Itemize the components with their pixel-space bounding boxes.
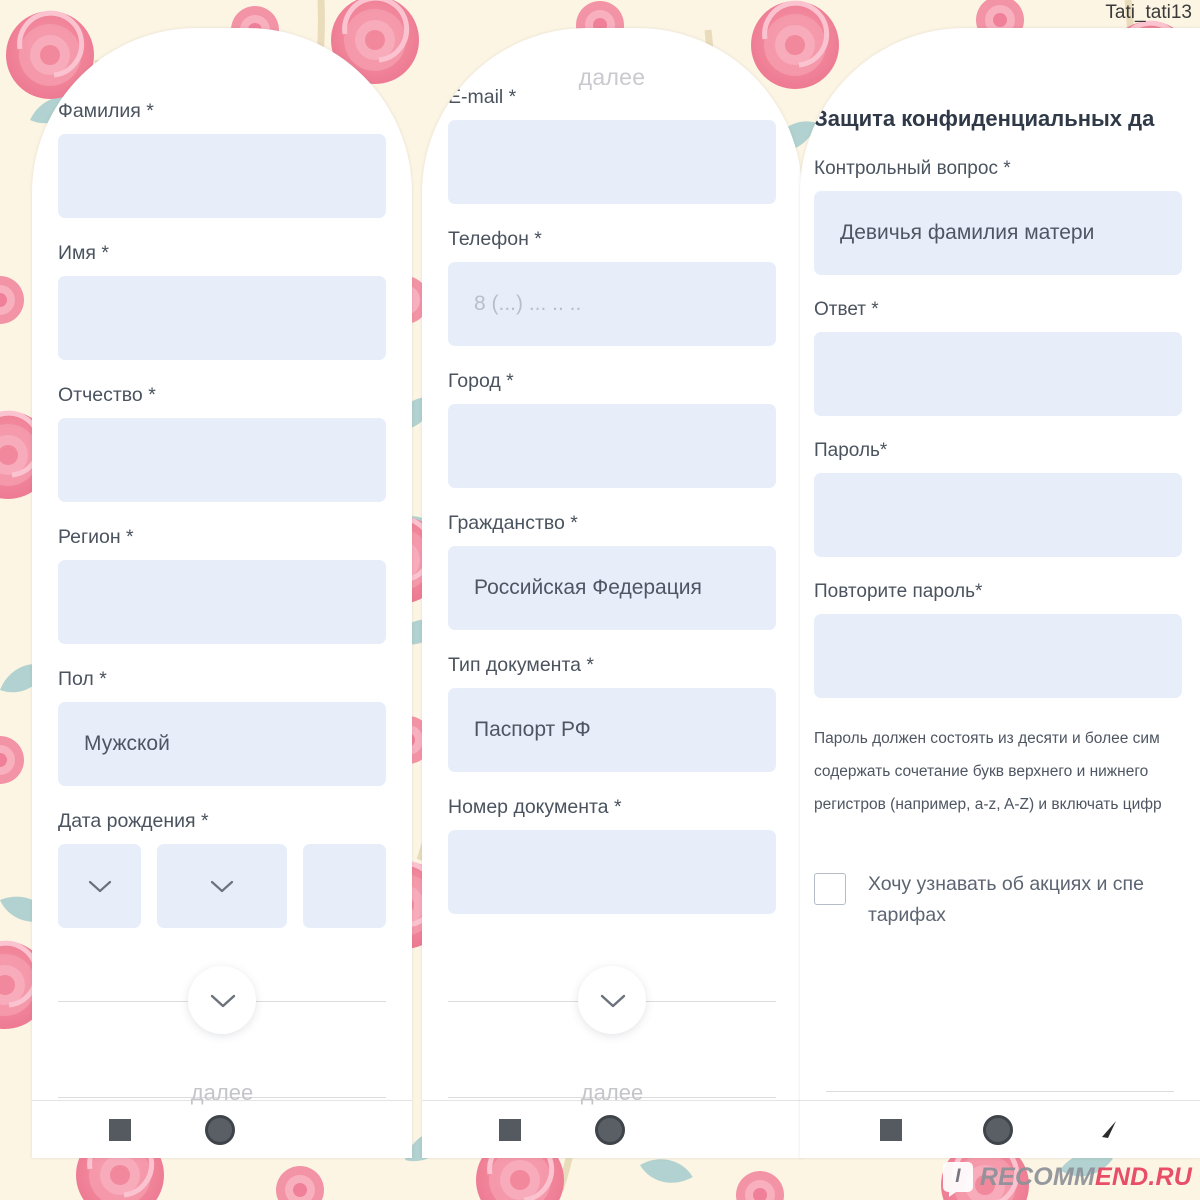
field-label-citizenship: Гражданство *	[448, 512, 578, 534]
field-label-document-type: Тип документа *	[448, 654, 595, 676]
birthdate-year-select[interactable]	[302, 844, 386, 928]
chevron-down-icon	[600, 994, 626, 1007]
scroll-down-button[interactable]	[578, 966, 646, 1034]
circle-icon[interactable]	[205, 1114, 235, 1145]
patronymic-input[interactable]	[58, 418, 386, 502]
citizenship-select-value: Российская Федерация	[474, 576, 702, 599]
site-name-part1: RECOMM	[979, 1162, 1095, 1191]
form-field-surname[interactable]: Фамилия *	[58, 100, 386, 218]
promo-checkbox[interactable]	[814, 873, 846, 905]
form-field-region[interactable]: Регион *	[58, 526, 386, 644]
password-hint-line-2: содержать сочетание букв верхнего и нижн…	[814, 763, 1149, 780]
scroll-down-button[interactable]	[188, 966, 256, 1034]
field-label-document-number: Номер документа *	[448, 796, 622, 818]
circle-icon[interactable]	[982, 1114, 1013, 1145]
site-name: RECOMMEND.RU	[980, 1163, 1192, 1192]
field-label-firstname: Имя *	[58, 242, 109, 264]
form-scroll-area-3[interactable]: Защита конфиденциальных да Контрольный в…	[800, 28, 1200, 1100]
screenshot-panel-security-data: Защита конфиденциальных да Контрольный в…	[800, 28, 1200, 1158]
region-input[interactable]	[58, 560, 386, 644]
document-type-select[interactable]: Паспорт РФ	[448, 688, 776, 772]
back-triangle-icon[interactable]	[699, 1117, 725, 1143]
form-field-security-answer[interactable]: Ответ *	[814, 299, 1182, 416]
irecommend-logo-watermark: I RECOMMEND.RU	[942, 1162, 1192, 1197]
field-label-phone: Телефон *	[448, 228, 542, 250]
password-repeat-input[interactable]	[814, 614, 1182, 698]
back-triangle-icon[interactable]	[309, 1117, 335, 1143]
back-triangle-icon[interactable]	[1094, 1117, 1120, 1143]
form-field-phone[interactable]: Телефон * 8 (...) ... .. ..	[448, 228, 776, 346]
square-icon[interactable]	[499, 1118, 521, 1141]
divider-line-bottom	[826, 1091, 1174, 1092]
field-label-surname: Фамилия *	[58, 100, 154, 122]
birthdate-row	[58, 844, 386, 928]
android-navbar-3	[800, 1100, 1200, 1158]
phone-input[interactable]: 8 (...) ... .. ..	[448, 262, 776, 346]
password-hint-line-3: регистров (например, a-z, A-Z) и включат…	[814, 796, 1162, 813]
chevron-down-icon	[88, 880, 112, 893]
form-field-document-number[interactable]: Номер документа *	[448, 796, 776, 914]
field-label-security-question: Контрольный вопрос *	[814, 158, 1011, 179]
password-input[interactable]	[814, 473, 1182, 557]
gender-select[interactable]: Мужской	[58, 702, 386, 786]
document-number-input[interactable]	[448, 830, 776, 914]
screenshot-collage: Фамилия * Имя * Отчество * Регион * Пол …	[0, 0, 1200, 1200]
form-field-firstname[interactable]: Имя *	[58, 242, 386, 360]
security-answer-input[interactable]	[814, 332, 1182, 416]
password-requirements-hint: Пароль должен состоять из десяти и более…	[814, 722, 1182, 821]
android-navbar-2	[422, 1100, 802, 1158]
form-field-password-repeat[interactable]: Повторите пароль*	[814, 581, 1182, 698]
form-field-gender[interactable]: Пол * Мужской	[58, 668, 386, 786]
form-field-citizenship[interactable]: Гражданство * Российская Федерация	[448, 512, 776, 630]
field-label-patronymic: Отчество *	[58, 384, 156, 406]
security-question-select-value: Девичья фамилия матери	[840, 221, 1095, 244]
form-field-email[interactable]: E-mail *	[448, 86, 776, 204]
field-label-region: Регион *	[58, 526, 134, 548]
screenshot-panel-personal-data: Фамилия * Имя * Отчество * Регион * Пол …	[32, 28, 412, 1158]
square-icon[interactable]	[880, 1118, 903, 1141]
form-scroll-area-2[interactable]: E-mail * Телефон * 8 (...) ... .. .. Гор…	[422, 28, 802, 1100]
speech-bubble-icon: I	[942, 1162, 973, 1197]
form-field-patronymic[interactable]: Отчество *	[58, 384, 386, 502]
form-scroll-area-1[interactable]: Фамилия * Имя * Отчество * Регион * Пол …	[32, 28, 412, 1100]
field-label-gender: Пол *	[58, 668, 107, 690]
field-label-city: Город *	[448, 370, 514, 392]
document-type-select-value: Паспорт РФ	[474, 718, 591, 741]
surname-input[interactable]	[58, 134, 386, 218]
screenshot-panel-contact-data: далее E-mail * Телефон * 8 (...) ... .. …	[422, 28, 802, 1158]
promo-checkbox-label: Хочу узнавать об акциях и спе тарифах	[868, 873, 1144, 926]
birthdate-day-select[interactable]	[58, 844, 142, 928]
page-title: Защита конфиденциальных да	[814, 106, 1155, 131]
square-icon[interactable]	[109, 1118, 131, 1141]
chevron-down-icon	[210, 880, 234, 893]
birthdate-month-select[interactable]	[157, 844, 287, 928]
next-button-label-1[interactable]: далее	[32, 1080, 412, 1106]
username-watermark: Tati_tati13	[1105, 2, 1192, 23]
field-label-birthdate: Дата рождения *	[58, 810, 209, 832]
form-field-document-type[interactable]: Тип документа * Паспорт РФ	[448, 654, 776, 772]
citizenship-select[interactable]: Российская Федерация	[448, 546, 776, 630]
promo-subscription-row[interactable]: Хочу узнавать об акциях и спе тарифах	[814, 869, 1182, 931]
field-label-security-answer: Ответ *	[814, 299, 879, 320]
chevron-down-icon	[210, 994, 236, 1007]
email-input[interactable]	[448, 120, 776, 204]
field-label-password: Пароль*	[814, 440, 888, 461]
android-navbar-1	[32, 1100, 412, 1158]
password-hint-line-1: Пароль должен состоять из десяти и более…	[814, 730, 1160, 747]
circle-icon[interactable]	[595, 1114, 625, 1145]
form-field-birthdate[interactable]: Дата рождения *	[58, 810, 386, 928]
form-field-city[interactable]: Город *	[448, 370, 776, 488]
next-button-label-2[interactable]: далее	[422, 1080, 802, 1106]
phone-input-placeholder: 8 (...) ... .. ..	[474, 292, 582, 315]
field-label-email: E-mail *	[448, 86, 517, 108]
field-label-password-repeat: Повторите пароль*	[814, 581, 983, 602]
form-field-security-question[interactable]: Контрольный вопрос * Девичья фамилия мат…	[814, 158, 1182, 275]
security-question-select[interactable]: Девичья фамилия матери	[814, 191, 1182, 275]
gender-select-value: Мужской	[84, 732, 170, 755]
form-field-password[interactable]: Пароль*	[814, 440, 1182, 557]
city-input[interactable]	[448, 404, 776, 488]
firstname-input[interactable]	[58, 276, 386, 360]
site-name-part2: END.RU	[1094, 1162, 1192, 1191]
